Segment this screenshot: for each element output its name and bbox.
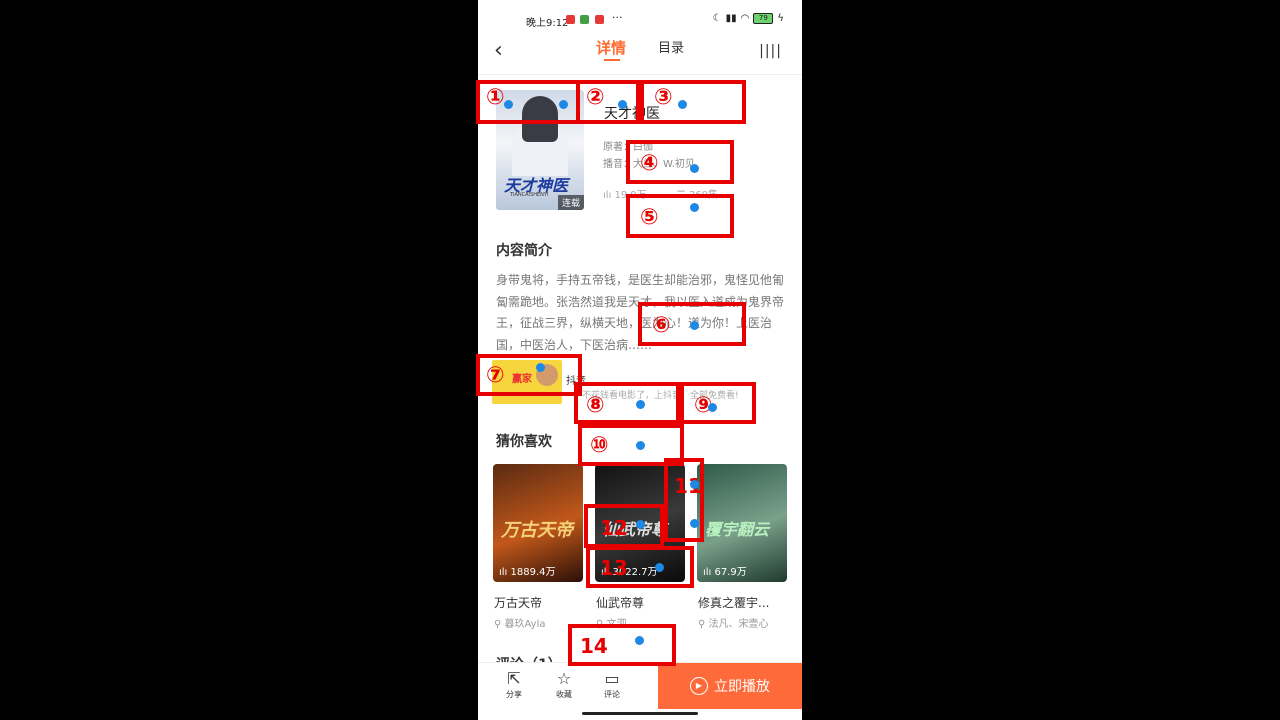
cover-subtitle: TIANCAISHENYI	[510, 192, 549, 198]
recommend-card-3[interactable]: 覆宇翻云 ılı 67.9万	[697, 464, 787, 582]
comment-label: 评论	[604, 690, 620, 699]
marker-dot	[636, 441, 645, 450]
recommend-author: ⚲ 法凡、宋壹心	[698, 619, 769, 630]
card-art-title: 覆宇翻云	[705, 520, 770, 539]
play-count: ılı 1889.4万	[499, 567, 556, 578]
annotation-label: ⑩	[590, 433, 609, 458]
annotation-box-8: ⑧	[574, 382, 680, 424]
annotation-box-7: ⑦	[476, 354, 582, 396]
marker-dot	[708, 403, 717, 412]
annotation-box-4: ④	[626, 140, 734, 184]
annotation-box-11: 11	[664, 458, 704, 542]
share-icon: ⇱	[507, 669, 521, 688]
recommend-name[interactable]: 仙武帝尊	[596, 594, 644, 611]
marker-dot	[690, 519, 699, 528]
marker-dot	[618, 100, 627, 109]
tab-detail[interactable]: 详情	[596, 37, 626, 61]
annotation-label: ⑤	[640, 205, 659, 230]
status-time: 晚上9:12	[526, 18, 569, 29]
share-button[interactable]: ⇱ 分享	[494, 669, 534, 700]
annotation-box-5: ⑤	[626, 194, 734, 238]
comment-icon: ▭	[604, 669, 620, 688]
marker-dot	[690, 164, 699, 173]
wifi-icon: ◠	[740, 13, 750, 24]
status-bar: 晚上9:12 ··· ☾ ▮▮ ◠ 79 ϟ	[478, 0, 802, 40]
annotation-label: ②	[586, 85, 605, 110]
battery-icon: 79	[753, 13, 774, 24]
moon-icon: ☾	[712, 13, 722, 24]
notification-icon	[580, 15, 589, 24]
marker-dot	[655, 563, 664, 572]
bottom-bar: ⇱ 分享 ☆ 收藏 ▭ 评论 ▶ 立即播放	[478, 662, 802, 709]
status-badge: 连载	[557, 195, 584, 210]
notification-icon	[566, 15, 575, 24]
recommend-card-1[interactable]: 万古天帝 ılı 1889.4万	[493, 464, 583, 582]
star-icon: ☆	[556, 669, 572, 688]
annotation-label: 14	[580, 634, 608, 658]
comment-button[interactable]: ▭ 评论	[592, 669, 632, 700]
annotation-label: 13	[600, 556, 628, 580]
summary-heading: 内容简介	[496, 243, 552, 259]
notification-icon	[595, 15, 604, 24]
annotation-box-9: ⑨	[680, 382, 756, 424]
share-label: 分享	[506, 690, 522, 699]
recommend-author: ⚲ 暮玖Ayla	[494, 619, 546, 630]
recommend-name[interactable]: 修真之覆宇...	[698, 594, 769, 611]
favorite-button[interactable]: ☆ 收藏	[544, 669, 584, 700]
marker-dot	[636, 520, 645, 529]
favorite-label: 收藏	[556, 690, 572, 699]
play-now-button[interactable]: ▶ 立即播放	[658, 663, 802, 709]
marker-dot	[690, 480, 699, 489]
marker-dot	[678, 100, 687, 109]
marker-dot	[559, 100, 568, 109]
marker-dot	[536, 363, 545, 372]
annotation-label: ①	[486, 85, 505, 110]
card-art-title: 万古天帝	[501, 520, 573, 541]
recommend-heading: 猜你喜欢	[496, 434, 552, 450]
play-label: 立即播放	[714, 679, 770, 695]
marker-dot	[504, 100, 513, 109]
chevron-left-icon[interactable]: ‹	[494, 38, 503, 63]
tab-catalog[interactable]: 目录	[658, 37, 684, 56]
annotation-box-2: ②	[576, 80, 640, 124]
annotation-box-14: 14	[568, 624, 676, 666]
annotation-label: 12	[600, 516, 628, 540]
more-notifications: ···	[612, 11, 623, 24]
annotation-box-13: 13	[586, 546, 694, 588]
annotation-label: ⑧	[586, 393, 605, 418]
bars-icon[interactable]: ||||	[759, 43, 782, 59]
annotation-box-3: ③	[640, 80, 746, 124]
status-icons: ☾ ▮▮ ◠ 79 ϟ	[713, 13, 784, 24]
home-indicator	[582, 712, 698, 715]
marker-dot	[635, 636, 644, 645]
annotation-label: ⑦	[486, 363, 505, 388]
marker-dot	[690, 321, 699, 330]
marker-dot	[636, 400, 645, 409]
annotation-label: ③	[654, 85, 673, 110]
play-icon: ▶	[690, 677, 708, 695]
charging-icon: ϟ	[777, 13, 784, 24]
play-count: ılı 67.9万	[703, 567, 747, 578]
annotation-box-12: 12	[584, 504, 664, 548]
recommend-name[interactable]: 万古天帝	[494, 594, 542, 611]
annotation-label: ⑥	[652, 313, 671, 338]
signal-icon: ▮▮	[725, 13, 737, 24]
marker-dot	[690, 203, 699, 212]
annotation-label: ④	[640, 151, 659, 176]
top-nav: ‹ 详情 目录 ||||	[478, 37, 802, 75]
